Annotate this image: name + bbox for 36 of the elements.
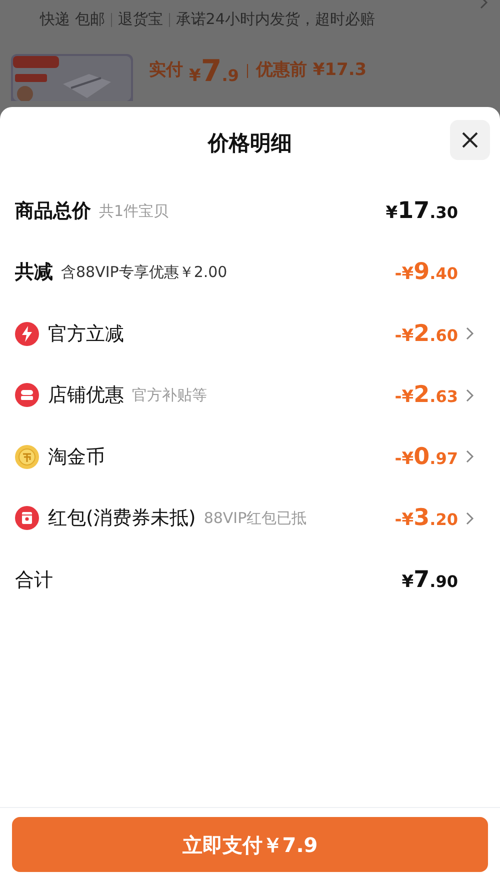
- row-label: 官方立减: [48, 322, 124, 346]
- envelope-icon: [15, 506, 39, 530]
- row-label: 商品总价: [15, 198, 91, 224]
- row-label: 共减: [15, 260, 53, 285]
- chevron-right-icon: [466, 388, 474, 402]
- row-amount: -¥0.97: [394, 442, 458, 472]
- row-label: 合计: [15, 568, 53, 592]
- row-amount: -¥2.63: [394, 381, 458, 410]
- chevron-right-icon: [466, 450, 474, 464]
- row-note: 含88VIP专享优惠￥2.00: [61, 262, 228, 283]
- row-amount: -¥2.60: [394, 320, 458, 348]
- close-icon: [461, 131, 479, 149]
- chevron-right-icon: [466, 327, 474, 340]
- row-amount: -¥3.20: [394, 504, 458, 533]
- coin-icon: [15, 444, 39, 469]
- row-label: 淘金币: [48, 444, 105, 470]
- row-note: 共1件宝贝: [99, 200, 169, 222]
- row-note: 88VIP红包已抵: [204, 508, 307, 529]
- row-amount: -¥9.40: [394, 258, 458, 287]
- row-label: 店铺优惠: [48, 383, 124, 408]
- row-amount: ¥17.30: [386, 196, 458, 226]
- row-note: 官方补贴等: [132, 385, 207, 406]
- close-button[interactable]: [450, 120, 490, 160]
- original-price: 优惠前 ¥17.3: [256, 59, 367, 82]
- lightning-icon: [15, 322, 39, 346]
- row-amount: ¥7.90: [402, 566, 458, 594]
- sheet-title: 价格明细: [208, 130, 292, 157]
- chevron-right-icon: [466, 512, 474, 525]
- pay-button[interactable]: 立即支付￥7.9: [12, 817, 488, 872]
- service-tag: 承诺24小时内发货，超时必赔: [176, 8, 375, 31]
- paid-label: 实付: [149, 59, 183, 82]
- service-tag: 快递 包邮: [40, 8, 105, 31]
- row-label: 红包(消费券未抵): [48, 506, 196, 531]
- paid-price: ¥7.9: [189, 52, 239, 90]
- store-icon: [15, 383, 39, 408]
- service-tag: 退货宝: [118, 8, 163, 31]
